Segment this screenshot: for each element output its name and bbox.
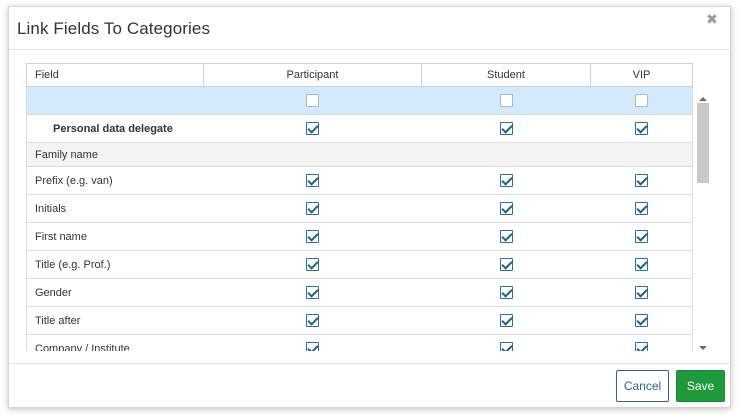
student-checkbox[interactable]	[499, 202, 513, 215]
student-checkbox[interactable]	[499, 286, 513, 299]
cell-student	[421, 222, 591, 251]
table-row: First name	[26, 222, 693, 251]
cell-vip	[590, 166, 693, 195]
field-label: First name	[26, 222, 204, 251]
cell-participant	[203, 194, 422, 223]
cell-participant	[203, 306, 422, 335]
cell-student	[421, 114, 591, 143]
cancel-button[interactable]: Cancel	[616, 370, 669, 402]
table-row: Initials	[26, 194, 693, 223]
scroll-down-icon[interactable]	[699, 346, 707, 350]
cell-participant	[203, 166, 422, 195]
cell-student	[421, 166, 591, 195]
field-label: Prefix (e.g. van)	[26, 166, 204, 195]
link-fields-dialog: Link Fields To Categories ✖ Field Partic…	[8, 6, 731, 408]
vip-checkbox[interactable]	[634, 258, 648, 271]
cell-participant	[203, 250, 422, 279]
cell-vip	[590, 306, 693, 335]
participant-checkbox[interactable]	[306, 286, 319, 299]
column-header-student: Student	[421, 63, 591, 87]
dialog-footer: Cancel Save	[9, 363, 730, 409]
vip-checkbox[interactable]	[634, 202, 648, 215]
cell-participant	[203, 278, 422, 307]
table-header-row: Field Participant Student VIP	[26, 63, 693, 87]
close-icon[interactable]: ✖	[704, 11, 720, 27]
column-header-participant: Participant	[203, 63, 422, 87]
field-label: Personal data delegate	[26, 114, 204, 143]
fields-table-container: Field Participant Student VIP Personal d…	[26, 63, 714, 351]
cell-vip	[590, 86, 693, 115]
participant-checkbox[interactable]	[306, 314, 319, 327]
dialog-header: Link Fields To Categories ✖	[9, 7, 730, 50]
cell-participant	[203, 114, 422, 143]
participant-checkbox[interactable]	[306, 258, 319, 271]
table-row: Gender	[26, 278, 693, 307]
dialog-title: Link Fields To Categories	[17, 19, 211, 38]
cell-vip	[590, 334, 693, 351]
group-row: Family name	[26, 142, 693, 167]
student-checkbox[interactable]	[499, 342, 513, 351]
select-all-participant-checkbox[interactable]	[306, 94, 319, 107]
vip-checkbox[interactable]	[634, 174, 648, 187]
cell-vip	[590, 222, 693, 251]
fields-table: Field Participant Student VIP Personal d…	[26, 63, 693, 351]
cell-participant	[203, 142, 422, 167]
participant-checkbox[interactable]	[306, 202, 319, 215]
select-all-student-checkbox[interactable]	[499, 94, 513, 107]
field-label: Title (e.g. Prof.)	[26, 250, 204, 279]
cell-student	[421, 250, 591, 279]
scroll-up-icon[interactable]	[699, 97, 707, 101]
cell-student	[421, 86, 591, 115]
vip-checkbox[interactable]	[634, 314, 648, 327]
table-row: Title (e.g. Prof.)	[26, 250, 693, 279]
cell-student	[421, 142, 591, 167]
select-all-row	[26, 86, 693, 115]
student-checkbox[interactable]	[499, 314, 513, 327]
field-label: Initials	[26, 194, 204, 223]
select-all-vip-checkbox[interactable]	[634, 94, 648, 107]
table-row: Personal data delegate	[26, 114, 693, 143]
cell-participant	[203, 86, 422, 115]
cell-vip	[590, 114, 693, 143]
table-scrollbar[interactable]	[697, 92, 710, 354]
cell-student	[421, 194, 591, 223]
student-checkbox[interactable]	[499, 230, 513, 243]
student-checkbox[interactable]	[499, 122, 513, 135]
cell-vip	[590, 250, 693, 279]
cell-participant	[203, 222, 422, 251]
vip-checkbox[interactable]	[634, 342, 648, 351]
participant-checkbox[interactable]	[306, 174, 319, 187]
participant-checkbox[interactable]	[306, 230, 319, 243]
table-row: Prefix (e.g. van)	[26, 166, 693, 195]
participant-checkbox[interactable]	[306, 342, 319, 351]
save-button[interactable]: Save	[676, 370, 725, 402]
vip-checkbox[interactable]	[634, 286, 648, 299]
cell-participant	[203, 334, 422, 351]
scrollbar-thumb[interactable]	[697, 103, 709, 183]
column-header-vip: VIP	[590, 63, 693, 87]
student-checkbox[interactable]	[499, 174, 513, 187]
participant-checkbox[interactable]	[306, 122, 319, 135]
cell-vip	[590, 194, 693, 223]
cell-student	[421, 334, 591, 351]
table-row: Company / Institute	[26, 334, 693, 351]
cell-student	[421, 306, 591, 335]
vip-checkbox[interactable]	[634, 230, 648, 243]
cell-vip	[590, 142, 693, 167]
cell-student	[421, 278, 591, 307]
field-label: Gender	[26, 278, 204, 307]
vip-checkbox[interactable]	[634, 122, 648, 135]
table-row: Title after	[26, 306, 693, 335]
field-label: Company / Institute	[26, 334, 204, 351]
cell-vip	[590, 278, 693, 307]
column-header-field: Field	[26, 63, 204, 87]
field-label	[26, 86, 204, 115]
field-label: Title after	[26, 306, 204, 335]
student-checkbox[interactable]	[499, 258, 513, 271]
field-label: Family name	[26, 142, 204, 167]
